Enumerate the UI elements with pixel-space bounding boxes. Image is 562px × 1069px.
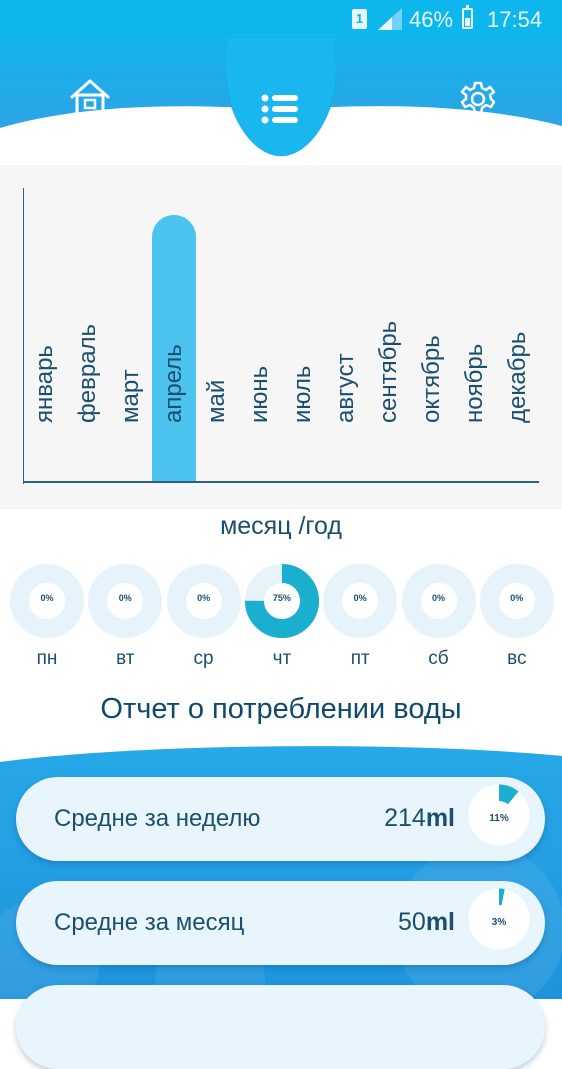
x-axis <box>23 481 539 483</box>
day-progress-вс[interactable]: 0% вс <box>479 564 554 669</box>
month-label-text: октябрь <box>417 335 445 423</box>
month-label[interactable]: февраль <box>66 227 110 467</box>
month-label-text: июль <box>288 365 316 423</box>
day-progress-чт[interactable]: 75% чт <box>244 564 319 669</box>
month-label[interactable]: август <box>324 227 368 467</box>
report-card-value: 50ml <box>398 908 455 936</box>
month-label-text: февраль <box>73 323 101 423</box>
day-percent: 0% <box>431 593 445 603</box>
day-progress-ср[interactable]: 0% ср <box>166 564 241 669</box>
day-label: вт <box>116 648 135 669</box>
month-label-text: январь <box>30 345 58 423</box>
gear-icon <box>460 81 496 117</box>
month-label-text: апрель <box>159 344 187 423</box>
report-card-percent: 3% <box>491 917 507 928</box>
day-label: пн <box>36 648 58 669</box>
day-progress-сб[interactable]: 0% сб <box>401 564 476 669</box>
month-label-text: июнь <box>245 365 273 423</box>
monthly-chart: январь февраль март апрель май июнь июль август… <box>0 165 562 509</box>
signal-icon <box>378 8 402 30</box>
month-label[interactable]: май <box>195 227 239 467</box>
day-percent: 0% <box>510 593 524 603</box>
month-label-text: декабрь <box>503 331 531 423</box>
report-card-value: 214ml <box>384 804 455 832</box>
day-percent: 75% <box>272 593 291 603</box>
day-progress-пт[interactable]: 0% пт <box>323 564 398 669</box>
month-label-text: август <box>331 353 359 423</box>
month-label-text: май <box>202 379 230 423</box>
month-label[interactable]: январь <box>23 227 67 467</box>
month-label[interactable]: апрель <box>152 227 196 467</box>
chart-period-label[interactable]: месяц /год <box>0 512 562 541</box>
report-card-label: Средне за месяц <box>54 909 245 936</box>
report-card-percent: 11% <box>489 813 509 824</box>
status-bar: 1 46% 17:54 <box>0 0 562 38</box>
report-card-partial[interactable] <box>16 985 545 1069</box>
day-progress-пн[interactable]: 0% пн <box>10 564 84 669</box>
day-label: пт <box>350 648 370 669</box>
day-progress-вт[interactable]: 0% вт <box>88 564 163 669</box>
battery-percent: 46% <box>409 7 454 32</box>
report-title: Отчет о потреблении воды <box>100 693 462 725</box>
day-label: сб <box>428 648 449 669</box>
day-percent: 0% <box>353 593 367 603</box>
day-percent: 0% <box>40 593 54 603</box>
day-label: чт <box>272 648 292 669</box>
month-label-text: март <box>116 369 144 423</box>
month-label-text: ноябрь <box>460 343 488 423</box>
month-label[interactable]: июнь <box>238 227 282 467</box>
day-label: ср <box>193 648 214 669</box>
day-percent: 0% <box>197 593 211 603</box>
month-label[interactable]: июль <box>281 227 325 467</box>
month-label[interactable]: март <box>109 227 153 467</box>
battery-icon <box>462 5 473 29</box>
nav-home-button[interactable] <box>62 72 118 122</box>
report-card-2[interactable]: Средне за месяц 50ml 3% <box>16 881 545 965</box>
home-icon <box>70 79 110 116</box>
nav-settings-button[interactable] <box>452 76 504 122</box>
nav-statistics-button[interactable] <box>250 84 310 134</box>
month-label[interactable]: сентябрь <box>367 227 411 467</box>
month-label[interactable]: декабрь <box>496 227 540 467</box>
report-card-1[interactable]: Средне за неделю 214ml 11% <box>16 777 545 861</box>
sim-icon: 1 <box>352 9 367 29</box>
month-label-text: сентябрь <box>374 320 402 423</box>
month-label[interactable]: октябрь <box>410 227 454 467</box>
day-percent: 0% <box>118 593 132 603</box>
day-label: вс <box>507 648 527 669</box>
clock: 17:54 <box>487 7 543 32</box>
report-card-label: Средне за неделю <box>54 805 261 832</box>
list-icon <box>261 94 298 124</box>
month-label[interactable]: ноябрь <box>453 227 497 467</box>
